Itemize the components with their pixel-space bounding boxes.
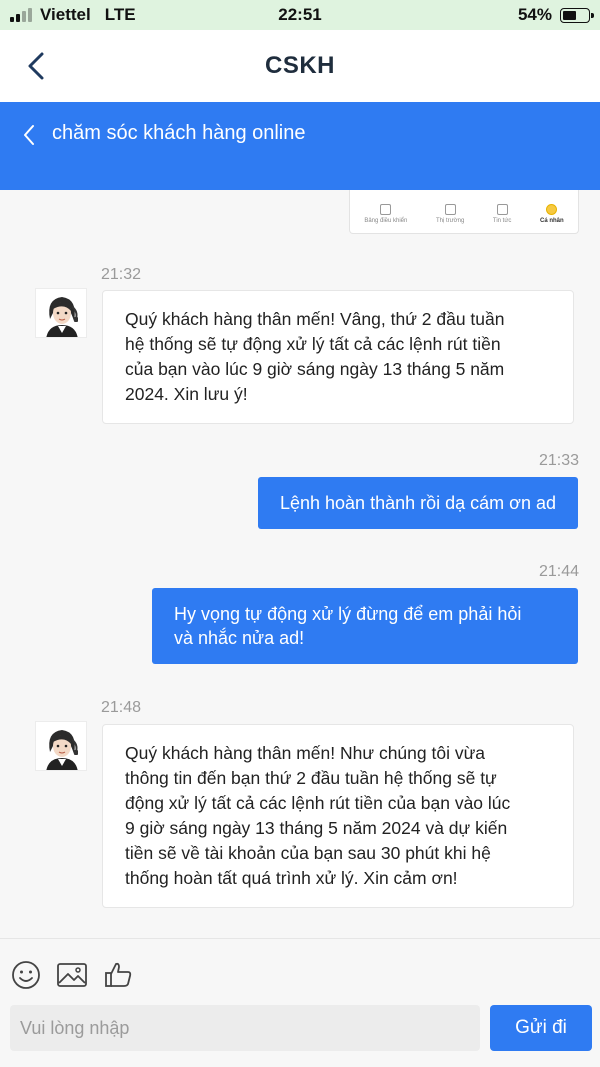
- image-attachment-fragment[interactable]: Bảng điều khiển Thị trường Tin tức Cá nh…: [349, 190, 579, 234]
- user-icon: [546, 203, 558, 215]
- battery-percent: 54%: [517, 5, 552, 24]
- agent-avatar: [35, 288, 87, 338]
- incoming-message-bubble[interactable]: Quý khách hàng thân mến! Như chúng tôi v…: [102, 724, 574, 908]
- outgoing-message-bubble[interactable]: Hy vọng tự động xử lý đừng để em phải hỏ…: [152, 588, 578, 664]
- fragment-tab-dashboard: Bảng điều khiển: [364, 203, 407, 224]
- back-button[interactable]: [16, 44, 56, 88]
- emoji-button[interactable]: [10, 959, 42, 991]
- nav-header: CSKH: [0, 30, 600, 102]
- status-bar: Viettel LTE 22:51 54%: [0, 0, 600, 30]
- message-timestamp: 21:44: [538, 563, 579, 580]
- like-button[interactable]: [102, 959, 134, 991]
- battery-status: 54%: [517, 5, 594, 25]
- message-input[interactable]: [10, 1005, 480, 1051]
- outgoing-message-bubble[interactable]: Lệnh hoàn thành rồi dạ cám ơn ad: [257, 477, 578, 529]
- send-button[interactable]: Gửi đi: [490, 1005, 592, 1051]
- chart-icon: [444, 203, 456, 215]
- message-composer: Gửi đi: [0, 938, 600, 1067]
- home-icon: [380, 203, 392, 215]
- banner-title: chăm sóc khách hàng online: [52, 122, 306, 144]
- signal-strength-icon: [10, 8, 32, 22]
- composer-tools: [10, 959, 134, 991]
- network-type: LTE: [104, 5, 136, 24]
- thumbs-up-icon: [105, 962, 132, 987]
- message-timestamp: 21:32: [101, 266, 142, 283]
- incoming-message-bubble[interactable]: Quý khách hàng thân mến! Vâng, thứ 2 đầu…: [102, 290, 574, 424]
- image-icon: [57, 963, 87, 987]
- news-icon: [496, 203, 508, 215]
- chat-messages[interactable]: Bảng điều khiển Thị trường Tin tức Cá nh…: [0, 190, 600, 938]
- page-title: CSKH: [264, 52, 335, 79]
- image-button[interactable]: [56, 959, 88, 991]
- battery-fill: [563, 10, 576, 20]
- battery-icon: [560, 7, 594, 23]
- agent-avatar-image: [36, 289, 86, 337]
- message-timestamp: 21:33: [538, 452, 579, 469]
- fragment-tab-market: Thị trường: [436, 203, 464, 224]
- chat-banner: chăm sóc khách hàng online: [0, 102, 600, 190]
- smiley-icon: [12, 961, 40, 989]
- chevron-left-icon: [28, 52, 44, 80]
- message-timestamp: 21:48: [101, 699, 142, 716]
- agent-avatar: [35, 721, 87, 771]
- agent-avatar-image: [36, 722, 86, 770]
- fragment-tab-news: Tin tức: [493, 203, 511, 224]
- fragment-tab-profile: Cá nhân: [540, 203, 564, 224]
- chevron-left-icon: [24, 125, 34, 145]
- banner-back-button[interactable]: [16, 120, 42, 150]
- carrier-name: Viettel: [40, 5, 91, 24]
